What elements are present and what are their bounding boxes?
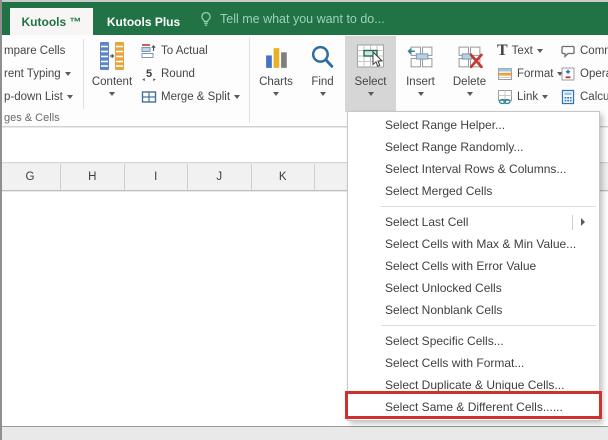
select-cells-icon — [356, 39, 386, 75]
insert-button[interactable]: Insert — [397, 36, 444, 111]
text-button[interactable]: T Text — [497, 40, 543, 62]
round-5-icon: 5 — [141, 66, 157, 82]
select-dropdown-menu: Select Range Helper... Select Range Rand… — [345, 111, 602, 421]
submenu-arrow-icon — [581, 218, 585, 226]
column-header-h[interactable]: H — [61, 164, 125, 190]
calculation-icon — [560, 89, 576, 105]
calculation-label: Calcu — [580, 91, 608, 103]
prevent-typing-button[interactable]: rent Typing — [4, 63, 71, 85]
kutools-excel-window: Kutools ™ Kutools Plus Tell me what you … — [0, 0, 608, 440]
prevent-typing-label: rent Typing — [4, 68, 61, 80]
charts-button[interactable]: Charts — [253, 36, 299, 111]
content-label: Content — [91, 76, 133, 88]
menu-separator — [381, 206, 596, 207]
chevron-down-icon — [273, 92, 279, 96]
operation-label: Opera — [580, 68, 608, 80]
menu-item-select-cells-max-min[interactable]: Select Cells with Max & Min Value... — [348, 233, 599, 255]
delete-label: Delete — [452, 76, 487, 88]
delete-button[interactable]: Delete — [445, 36, 494, 111]
tab-kutools[interactable]: Kutools ™ — [10, 8, 93, 35]
delete-cells-icon — [456, 39, 483, 75]
ribbon-group-separator — [249, 38, 250, 123]
to-actual-button[interactable]: To Actual — [141, 40, 208, 62]
menu-item-select-range-randomly[interactable]: Select Range Randomly... — [348, 136, 599, 158]
chevron-down-icon — [319, 92, 326, 96]
format-label: Format — [517, 68, 554, 80]
comment-icon — [560, 43, 576, 59]
column-header-g[interactable]: G — [0, 164, 61, 190]
tab-kutools-plus-label: Kutools Plus — [106, 14, 181, 29]
chevron-down-icon — [234, 95, 241, 99]
round-label: Round — [161, 68, 195, 80]
drop-down-list-button[interactable]: p-down List — [4, 86, 73, 108]
text-icon: T — [497, 42, 508, 59]
menu-item-select-specific-cells[interactable]: Select Specific Cells... — [348, 330, 599, 352]
svg-text:5: 5 — [146, 68, 152, 80]
format-icon — [497, 66, 513, 82]
menu-item-select-range-helper[interactable]: Select Range Helper... — [348, 114, 599, 136]
chevron-down-icon — [542, 95, 549, 99]
column-header-i[interactable]: I — [125, 164, 188, 190]
link-button[interactable]: Link — [497, 86, 549, 108]
compare-cells-button[interactable]: mpare Cells — [4, 40, 65, 62]
ribbon-tab-bar: Kutools ™ Kutools Plus Tell me what you … — [2, 2, 608, 35]
tab-kutools-plus[interactable]: Kutools Plus — [97, 8, 190, 35]
menu-item-select-last-cell[interactable]: Select Last Cell — [348, 211, 599, 233]
merge-split-label: Merge & Split — [161, 91, 231, 103]
menu-item-select-nonblank-cells[interactable]: Select Nonblank Cells — [348, 299, 599, 321]
insert-label: Insert — [406, 76, 435, 88]
link-label: Link — [517, 91, 539, 103]
merge-split-button[interactable]: Merge & Split — [141, 86, 241, 108]
menu-item-select-unlocked-cells[interactable]: Select Unlocked Cells — [348, 277, 599, 299]
select-button[interactable]: Select — [345, 36, 396, 112]
content-button[interactable]: Content — [86, 36, 138, 111]
round-button[interactable]: 5 Round — [141, 63, 195, 85]
menu-item-select-cells-with-format[interactable]: Select Cells with Format... — [348, 352, 599, 374]
find-label: Find — [311, 76, 334, 88]
charts-icon — [263, 39, 290, 75]
menu-item-select-merged-cells[interactable]: Select Merged Cells — [348, 180, 599, 202]
menu-item-select-interval-rows-columns[interactable]: Select Interval Rows & Columns... — [348, 158, 599, 180]
comment-button[interactable]: Comm — [560, 40, 608, 62]
chevron-down-icon — [66, 95, 73, 99]
operation-button[interactable]: Opera — [560, 63, 608, 85]
content-columns-icon — [97, 39, 127, 75]
find-icon — [309, 39, 336, 75]
lightbulb-icon — [198, 11, 214, 27]
column-header-j[interactable]: J — [188, 164, 252, 190]
chevron-down-icon — [417, 92, 424, 96]
menu-item-select-same-different-cells[interactable]: Select Same & Different Cells...... — [348, 396, 599, 418]
find-button[interactable]: Find — [301, 36, 344, 111]
text-label: Text — [511, 45, 533, 57]
menu-separator — [381, 325, 596, 326]
chevron-down-icon — [466, 92, 473, 96]
chevron-down-icon — [367, 92, 374, 96]
drop-down-list-label: p-down List — [4, 91, 63, 103]
ribbon-separator — [83, 39, 84, 109]
menu-item-select-duplicate-unique-cells[interactable]: Select Duplicate & Unique Cells... — [348, 374, 599, 396]
menu-item-select-cells-error-value[interactable]: Select Cells with Error Value — [348, 255, 599, 277]
chevron-down-icon — [64, 72, 71, 76]
chevron-down-icon — [536, 49, 543, 53]
format-button[interactable]: Format — [497, 63, 564, 85]
merge-split-icon — [141, 89, 157, 105]
chevron-down-icon — [109, 92, 115, 96]
to-actual-label: To Actual — [161, 45, 208, 57]
to-actual-icon — [141, 43, 157, 59]
ribbon-group-label: ges & Cells — [4, 112, 60, 124]
compare-cells-label: mpare Cells — [4, 45, 66, 57]
comment-label: Comm — [580, 45, 608, 57]
insert-cells-icon — [407, 39, 434, 75]
operation-icon — [560, 66, 576, 82]
charts-label: Charts — [259, 76, 293, 88]
column-header-k[interactable]: K — [252, 164, 315, 190]
tab-kutools-label: Kutools ™ — [21, 14, 82, 29]
tell-me-label: Tell me what you want to do... — [220, 11, 385, 26]
submenu-divider — [572, 214, 573, 230]
window-left-edge — [0, 0, 2, 440]
calculation-button[interactable]: Calcu — [560, 86, 608, 108]
select-label: Select — [354, 76, 387, 88]
tell-me-box[interactable]: Tell me what you want to do... — [198, 2, 385, 35]
link-icon — [497, 89, 513, 105]
